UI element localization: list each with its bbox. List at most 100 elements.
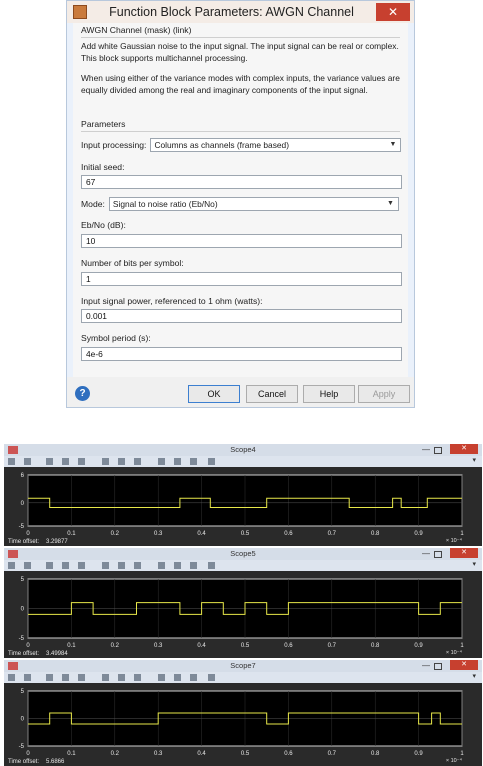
chevron-down-icon[interactable]: ▾ xyxy=(472,672,476,680)
print-icon[interactable] xyxy=(8,458,15,465)
scope-toolbar: ▾ xyxy=(4,456,482,467)
parameters-icon[interactable] xyxy=(24,674,31,681)
zoom-x-icon[interactable] xyxy=(62,674,69,681)
apply-button[interactable]: Apply xyxy=(358,385,410,403)
lock-axes-icon[interactable] xyxy=(174,458,181,465)
parameters-heading: Parameters xyxy=(81,119,126,129)
mode-row: Mode: Signal to noise ratio (Eb/No) ▼ xyxy=(81,197,399,211)
initial-seed-label: Initial seed: xyxy=(81,162,125,172)
scope-plot: 0 0.1 0.2 0.3 0.4 0.5 0.6 0.7 0.8 0.9 150-5× 10⁻⁴T… xyxy=(4,571,482,658)
x-tick-label: 0.9 xyxy=(414,751,423,757)
x-tick-label: 0.6 xyxy=(284,531,293,537)
scope-titlebar: Scope7 — ✕ xyxy=(4,660,482,672)
minimize-button[interactable]: — xyxy=(422,548,430,560)
dialog-footer: ? OK Cancel Help Apply xyxy=(67,377,414,407)
help-button[interactable]: Help xyxy=(303,385,355,403)
x-tick-label: 0.3 xyxy=(154,643,163,649)
parameters-icon[interactable] xyxy=(24,562,31,569)
zoom-x-icon[interactable] xyxy=(62,562,69,569)
close-button[interactable]: ✕ xyxy=(450,548,478,558)
close-button[interactable]: ✕ xyxy=(450,660,478,670)
autoscale-icon[interactable] xyxy=(102,458,109,465)
autoscale-icon[interactable] xyxy=(102,674,109,681)
restore-axes-icon[interactable] xyxy=(134,458,141,465)
minimize-button[interactable]: — xyxy=(422,660,430,672)
scope-window: Scope4 — ✕ ▾ 0 0.1 0.2 0.3 0.4 0.5 0.6 0.7 0.8 0.… xyxy=(4,444,482,546)
bits-per-symbol-field[interactable]: 1 xyxy=(81,272,402,286)
maximize-button[interactable] xyxy=(434,551,442,558)
zoom-y-icon[interactable] xyxy=(78,562,85,569)
zoom-y-icon[interactable] xyxy=(78,458,85,465)
bits-per-symbol-label: Number of bits per symbol: xyxy=(81,258,184,268)
save-axes-icon[interactable] xyxy=(118,458,125,465)
x-tick-label: 0.1 xyxy=(67,531,76,537)
close-button[interactable]: ✕ xyxy=(450,444,478,454)
time-offset-label: Time offset: xyxy=(8,651,39,657)
ebno-field[interactable]: 10 xyxy=(81,234,402,248)
time-offset-value: 3.49984 xyxy=(46,651,68,657)
mode-value: Signal to noise ratio (Eb/No) xyxy=(112,199,218,209)
zoom-x-icon[interactable] xyxy=(62,458,69,465)
description-text-1: Add white Gaussian noise to the input si… xyxy=(81,41,399,63)
signal-selection-icon[interactable] xyxy=(190,674,197,681)
floating-scope-icon[interactable] xyxy=(158,562,165,569)
signal-power-label: Input signal power, referenced to 1 ohm … xyxy=(81,296,263,306)
x-exponent-label: × 10⁻⁴ xyxy=(446,649,463,656)
lock-axes-icon[interactable] xyxy=(174,562,181,569)
legend-icon[interactable] xyxy=(208,458,215,465)
scope-window: Scope7 — ✕ ▾ 0 0.1 0.2 0.3 0.4 0.5 0.6 0.7 0.8 0.… xyxy=(4,660,482,766)
floating-scope-icon[interactable] xyxy=(158,674,165,681)
time-offset-value: 3.29877 xyxy=(46,539,68,545)
scope-toolbar: ▾ xyxy=(4,672,482,683)
restore-axes-icon[interactable] xyxy=(134,562,141,569)
x-tick-label: 0.2 xyxy=(111,643,120,649)
maximize-button[interactable] xyxy=(434,663,442,670)
print-icon[interactable] xyxy=(8,562,15,569)
autoscale-icon[interactable] xyxy=(102,562,109,569)
lock-axes-icon[interactable] xyxy=(174,674,181,681)
cancel-button[interactable]: Cancel xyxy=(246,385,298,403)
restore-axes-icon[interactable] xyxy=(134,674,141,681)
mode-select[interactable]: Signal to noise ratio (Eb/No) ▼ xyxy=(108,197,399,211)
zoom-icon[interactable] xyxy=(46,458,53,465)
floating-scope-icon[interactable] xyxy=(158,458,165,465)
input-processing-label: Input processing: xyxy=(81,140,147,150)
zoom-icon[interactable] xyxy=(46,562,53,569)
x-tick-label: 0.5 xyxy=(241,531,250,537)
signal-power-field[interactable]: 0.001 xyxy=(81,309,402,323)
x-tick-label: 0.6 xyxy=(284,751,293,757)
legend-icon[interactable] xyxy=(208,562,215,569)
y-tick-label: -5 xyxy=(19,524,25,530)
signal-selection-icon[interactable] xyxy=(190,458,197,465)
x-tick-label: 0.4 xyxy=(197,531,206,537)
chevron-down-icon: ▼ xyxy=(386,200,394,207)
legend-icon[interactable] xyxy=(208,674,215,681)
input-processing-row: Input processing: Columns as channels (f… xyxy=(81,138,402,152)
time-offset-label: Time offset: xyxy=(8,539,39,545)
maximize-button[interactable] xyxy=(434,447,442,454)
input-processing-select[interactable]: Columns as channels (frame based) ▼ xyxy=(150,138,402,152)
simulink-app-icon xyxy=(73,5,87,19)
initial-seed-field[interactable]: 67 xyxy=(81,175,402,189)
help-icon[interactable]: ? xyxy=(75,386,90,401)
zoom-icon[interactable] xyxy=(46,674,53,681)
minimize-button[interactable]: — xyxy=(422,444,430,456)
ok-button[interactable]: OK xyxy=(188,385,240,403)
x-tick-label: 0.3 xyxy=(154,751,163,757)
print-icon[interactable] xyxy=(8,674,15,681)
signal-selection-icon[interactable] xyxy=(190,562,197,569)
parameters-icon[interactable] xyxy=(24,458,31,465)
chevron-down-icon[interactable]: ▾ xyxy=(472,560,476,568)
x-tick-label: 0.7 xyxy=(328,751,337,757)
save-axes-icon[interactable] xyxy=(118,674,125,681)
x-tick-label: 0.4 xyxy=(197,643,206,649)
zoom-y-icon[interactable] xyxy=(78,674,85,681)
ebno-label: Eb/No (dB): xyxy=(81,220,126,230)
divider xyxy=(81,37,400,38)
symbol-period-field[interactable]: 4e-6 xyxy=(81,347,402,361)
save-axes-icon[interactable] xyxy=(118,562,125,569)
x-tick-label: 0.4 xyxy=(197,751,206,757)
x-tick-label: 0.8 xyxy=(371,531,380,537)
chevron-down-icon[interactable]: ▾ xyxy=(472,456,476,464)
close-button[interactable]: ✕ xyxy=(376,3,410,21)
